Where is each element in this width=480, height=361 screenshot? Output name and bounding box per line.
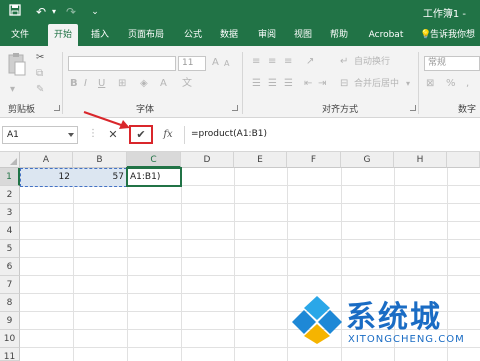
row-header-10[interactable]: 10 [0,330,20,348]
column-header-a[interactable]: A [20,152,73,168]
select-all-button[interactable] [0,152,20,168]
watermark-text: 系统城 [346,300,442,335]
column-header-h[interactable]: H [394,152,447,168]
column-header-b[interactable]: B [73,152,127,168]
column-header-c[interactable]: C [127,152,181,168]
column-header-e[interactable]: E [234,152,287,168]
row-header-4[interactable]: 4 [0,222,20,240]
watermark-logo-icon [292,296,342,344]
row-header-1[interactable]: 1 [0,168,20,186]
row-header-8[interactable]: 8 [0,294,20,312]
row-header-2[interactable]: 2 [0,186,20,204]
column-header-f[interactable]: F [287,152,341,168]
column-header-overflow[interactable] [447,152,480,168]
select-all-icon [10,158,17,165]
row-header-7[interactable]: 7 [0,276,20,294]
row-header-11[interactable]: 11 [0,348,20,361]
watermark: 系统城 XITONGCHENG.COM [292,292,480,352]
column-header-g[interactable]: G [341,152,394,168]
row-header-3[interactable]: 3 [0,204,20,222]
column-header-d[interactable]: D [181,152,234,168]
watermark-subtext: XITONGCHENG.COM [348,334,465,345]
excel-window: ↶ ▾ ↷ ⌄ 工作簿1 - 文件 开始 插入 页面布局 公式 数据 审阅 视图… [0,0,480,361]
row-header-5[interactable]: 5 [0,240,20,258]
cell-a1[interactable]: 12 [20,168,73,186]
cell-c1-active[interactable]: A1:B1) [126,167,182,187]
row-header-6[interactable]: 6 [0,258,20,276]
row-header-9[interactable]: 9 [0,312,20,330]
cell-b1[interactable]: 57 [73,168,127,186]
